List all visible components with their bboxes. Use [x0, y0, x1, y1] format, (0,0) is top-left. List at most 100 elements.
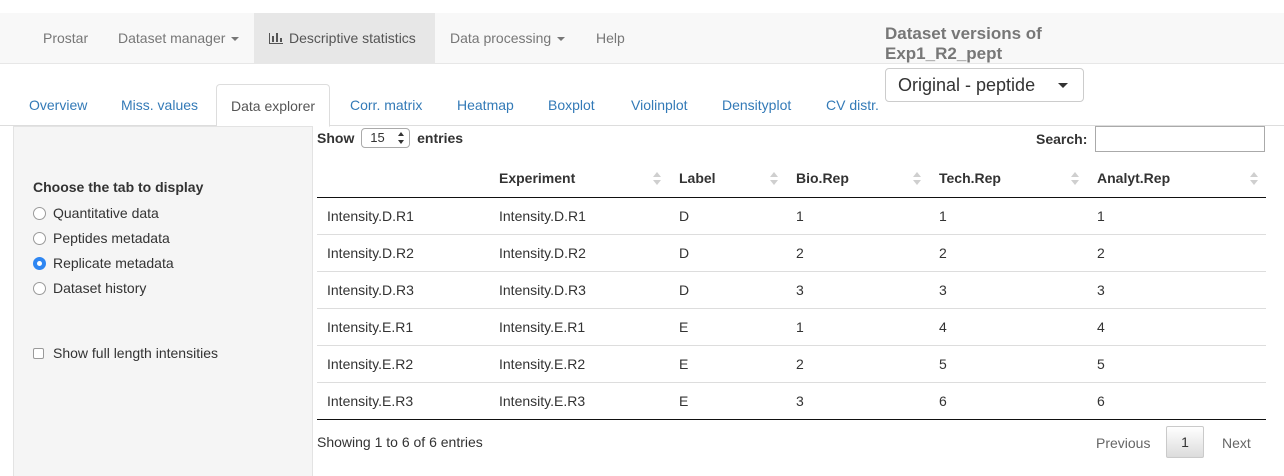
sort-icon: [1250, 172, 1258, 185]
pagination-page-button[interactable]: 1: [1166, 426, 1204, 458]
column-header-tech-rep[interactable]: Tech.Rep: [929, 160, 1087, 198]
spinner-arrows-icon: [398, 132, 405, 144]
tab-heatmap[interactable]: Heatmap: [443, 84, 528, 126]
table-header-row: Experiment Label Bio.Rep Tech.Rep Analyt…: [317, 160, 1266, 198]
caret-down-icon: [1058, 83, 1068, 88]
nav-help[interactable]: Help: [581, 13, 640, 63]
tab-bar: Overview Miss. values Data explorer Corr…: [0, 84, 1284, 127]
dataset-version-value: Original - peptide: [898, 75, 1036, 95]
tab-miss-values[interactable]: Miss. values: [107, 84, 212, 126]
nav-dataset-manager-label: Dataset manager: [118, 30, 226, 46]
nav-help-label: Help: [596, 30, 625, 46]
radio-peptides-metadata[interactable]: Peptides metadata: [33, 229, 170, 247]
column-header-label: Bio.Rep: [796, 170, 849, 187]
table-cell: Intensity.D.R2: [489, 233, 669, 271]
column-header-bio-rep[interactable]: Bio.Rep: [786, 160, 929, 198]
column-header-label: Tech.Rep: [939, 170, 1001, 187]
bar-chart-icon: [269, 33, 283, 44]
radio-label: Replicate metadata: [53, 255, 174, 271]
pagination-previous-button[interactable]: Previous: [1096, 435, 1150, 451]
nav-descriptive-statistics-label: Descriptive statistics: [289, 30, 416, 46]
tab-densityplot[interactable]: Densityplot: [708, 84, 805, 126]
table-cell: Intensity.E.R1: [317, 307, 489, 345]
sort-icon: [770, 172, 778, 185]
table-cell: Intensity.D.R3: [489, 270, 669, 308]
dataset-versions-title: Dataset versions of Exp1_R2_pept: [885, 24, 1042, 63]
table-cell: Intensity.E.R1: [489, 307, 669, 345]
table-cell: 1: [1097, 207, 1105, 224]
table-row[interactable]: Intensity.D.R2 Intensity.D.R2 D 2 2 2: [317, 233, 1266, 271]
table-cell: Intensity.E.R3: [317, 381, 489, 420]
table-cell: D: [669, 233, 786, 271]
column-header-label[interactable]: Label: [669, 160, 786, 198]
nav-brand-prostar[interactable]: Prostar: [28, 13, 103, 63]
table-cell: 4: [929, 307, 1087, 345]
sort-icon: [913, 172, 921, 185]
show-entries-control: Show 15 entries: [317, 128, 463, 148]
column-header-label: Label: [679, 170, 716, 187]
tab-corr-matrix[interactable]: Corr. matrix: [336, 84, 436, 126]
nav-descriptive-statistics[interactable]: Descriptive statistics: [254, 13, 435, 63]
entries-length-value: 15: [370, 130, 385, 145]
table-cell: E: [669, 381, 786, 420]
table-cell: 2: [929, 233, 1087, 271]
table-cell: Intensity.E.R3: [489, 381, 669, 420]
table-cell: 5: [929, 344, 1087, 382]
table-cell: 3: [786, 270, 929, 308]
tab-boxplot[interactable]: Boxplot: [534, 84, 609, 126]
table-cell: Intensity.E.R2: [489, 344, 669, 382]
table-cell: D: [669, 270, 786, 308]
table-cell: 2: [786, 344, 929, 382]
tab-data-explorer[interactable]: Data explorer: [216, 84, 331, 127]
table-cell: 2: [1087, 233, 1266, 271]
table-row[interactable]: Intensity.E.R3 Intensity.E.R3 E 3 6 6: [317, 381, 1266, 420]
nav-data-processing[interactable]: Data processing: [435, 13, 580, 63]
radio-replicate-metadata[interactable]: Replicate metadata: [33, 254, 174, 272]
table-cell: 1: [939, 207, 947, 224]
radio-label: Quantitative data: [53, 205, 159, 221]
column-header-experiment[interactable]: Experiment: [489, 160, 669, 198]
sort-icon: [653, 172, 661, 185]
radio-unchecked-icon: [33, 282, 46, 295]
table-row[interactable]: Intensity.E.R1 Intensity.E.R1 E 1 4 4: [317, 307, 1266, 345]
tab-overview[interactable]: Overview: [15, 84, 101, 126]
table-cell: Intensity.D.R2: [317, 233, 489, 271]
sidebar-title: Choose the tab to display: [33, 179, 204, 195]
table-cell: E: [669, 344, 786, 382]
nav-brand-label: Prostar: [43, 30, 89, 46]
table-row[interactable]: Intensity.D.R3 Intensity.D.R3 D 3 3 3: [317, 270, 1266, 308]
tab-violinplot[interactable]: Violinplot: [617, 84, 702, 126]
table-cell: 3: [929, 270, 1087, 308]
column-header-rowname[interactable]: [317, 160, 489, 198]
radio-checked-icon: [33, 257, 46, 270]
radio-quantitative-data[interactable]: Quantitative data: [33, 204, 159, 222]
dataset-version-select[interactable]: Original - peptide: [885, 68, 1084, 102]
nav-data-processing-label: Data processing: [450, 30, 552, 46]
table-cell: 6: [929, 381, 1087, 420]
column-header-label: Experiment: [499, 170, 576, 187]
radio-unchecked-icon: [33, 207, 46, 220]
radio-label: Dataset history: [53, 280, 147, 296]
tab-cv-distr[interactable]: CV distr.: [812, 84, 893, 126]
search-input[interactable]: [1095, 126, 1265, 152]
table-row[interactable]: Intensity.D.R1 Intensity.D.R1 D 1 1 1: [317, 197, 1266, 234]
table-cell: Intensity.D.R3: [317, 270, 489, 308]
table-cell: 1: [796, 207, 804, 224]
table-cell: 3: [786, 381, 929, 420]
show-label: Show: [317, 130, 355, 146]
table-row[interactable]: Intensity.E.R2 Intensity.E.R2 E 2 5 5: [317, 344, 1266, 382]
entries-length-select[interactable]: 15: [361, 128, 411, 148]
caret-down-icon: [557, 37, 566, 42]
nav-dataset-manager[interactable]: Dataset manager: [103, 13, 254, 63]
column-header-analyt-rep[interactable]: Analyt.Rep: [1087, 160, 1266, 198]
table-cell: 6: [1087, 381, 1266, 420]
radio-dataset-history[interactable]: Dataset history: [33, 279, 146, 297]
checkbox-full-length-intensities[interactable]: Show full length intensities: [33, 344, 218, 362]
column-header-label: Analyt.Rep: [1097, 170, 1171, 187]
pagination-next-button[interactable]: Next: [1222, 435, 1251, 451]
table-cell: Intensity.D.R1: [327, 207, 414, 224]
caret-down-icon: [231, 37, 240, 42]
table-cell: E: [669, 307, 786, 345]
table-cell: 1: [786, 307, 929, 345]
table-cell: Intensity.D.R1: [499, 207, 586, 224]
